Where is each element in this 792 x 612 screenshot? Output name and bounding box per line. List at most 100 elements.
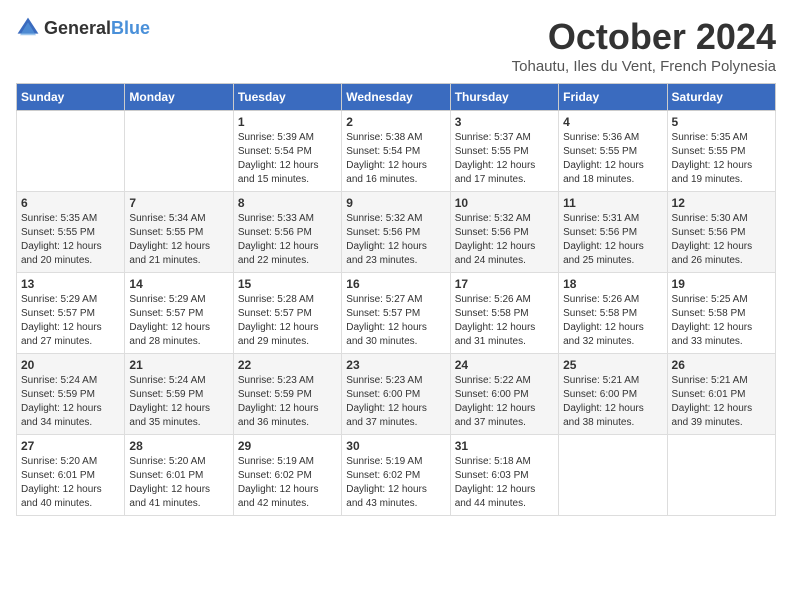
calendar-cell: 9Sunrise: 5:32 AM Sunset: 5:56 PM Daylig… bbox=[342, 192, 450, 273]
day-info: Sunrise: 5:32 AM Sunset: 5:56 PM Dayligh… bbox=[346, 212, 445, 268]
day-number: 13 bbox=[21, 277, 120, 291]
day-info: Sunrise: 5:26 AM Sunset: 5:58 PM Dayligh… bbox=[563, 293, 662, 349]
day-number: 6 bbox=[21, 196, 120, 210]
calendar-cell: 26 Sunrise: 5:21 AM Sunset: 6:01 PM Dayli… bbox=[667, 354, 775, 435]
day-number: 27 bbox=[21, 439, 120, 453]
day-number: 28 bbox=[129, 439, 228, 453]
calendar-cell: 22Sunrise: 5:23 AM Sunset: 5:59 PM Dayli… bbox=[233, 354, 341, 435]
location-title: Tohautu, Iles du Vent, French Polynesia bbox=[512, 58, 776, 75]
day-number: 17 bbox=[455, 277, 554, 291]
day-info: Sunrise: 5:18 AM Sunset: 6:03 PM Dayligh… bbox=[455, 455, 554, 511]
day-number: 21 bbox=[129, 358, 228, 372]
title-section: October 2024 Tohautu, Iles du Vent, Fren… bbox=[512, 16, 776, 75]
page-header: GeneralBlue October 2024 Tohautu, Iles d… bbox=[16, 16, 776, 75]
calendar-cell: 7Sunrise: 5:34 AM Sunset: 5:55 PM Daylig… bbox=[125, 192, 233, 273]
day-info: Sunrise: 5:21 AM Sunset: 6:00 PM Dayligh… bbox=[563, 374, 662, 430]
day-number: 5 bbox=[672, 115, 771, 129]
day-number: 18 bbox=[563, 277, 662, 291]
day-info: Sunrise: 5:28 AM Sunset: 5:57 PM Dayligh… bbox=[238, 293, 337, 349]
day-info: Sunrise: 5:19 AM Sunset: 6:02 PM Dayligh… bbox=[238, 455, 337, 511]
calendar-cell: 1 Sunrise: 5:39 AM Sunset: 5:54 PM Daylig… bbox=[233, 111, 341, 192]
calendar-table: SundayMondayTuesdayWednesdayThursdayFrid… bbox=[16, 83, 776, 516]
day-number: 24 bbox=[455, 358, 554, 372]
calendar-cell: 15 Sunrise: 5:28 AM Sunset: 5:57 PM Dayli… bbox=[233, 273, 341, 354]
day-number: 16 bbox=[346, 277, 445, 291]
day-number: 10 bbox=[455, 196, 554, 210]
day-info: Sunrise: 5:21 AM Sunset: 6:01 PM Dayligh… bbox=[672, 374, 771, 430]
header-friday: Friday bbox=[559, 84, 667, 111]
day-info: Sunrise: 5:20 AM Sunset: 6:01 PM Dayligh… bbox=[21, 455, 120, 511]
day-number: 11 bbox=[563, 196, 662, 210]
day-number: 3 bbox=[455, 115, 554, 129]
day-info: Sunrise: 5:39 AM Sunset: 5:54 PM Dayligh… bbox=[238, 131, 337, 187]
day-number: 15 bbox=[238, 277, 337, 291]
calendar-cell bbox=[125, 111, 233, 192]
month-title: October 2024 bbox=[512, 16, 776, 58]
day-info: Sunrise: 5:34 AM Sunset: 5:55 PM Dayligh… bbox=[129, 212, 228, 268]
day-info: Sunrise: 5:24 AM Sunset: 5:59 PM Dayligh… bbox=[129, 374, 228, 430]
week-row-3: 13 Sunrise: 5:29 AM Sunset: 5:57 PM Dayli… bbox=[17, 273, 776, 354]
day-info: Sunrise: 5:38 AM Sunset: 5:54 PM Dayligh… bbox=[346, 131, 445, 187]
calendar-cell: 14 Sunrise: 5:29 AM Sunset: 5:57 PM Dayli… bbox=[125, 273, 233, 354]
calendar-cell: 27 Sunrise: 5:20 AM Sunset: 6:01 PM Dayli… bbox=[17, 435, 125, 516]
calendar-cell: 16 Sunrise: 5:27 AM Sunset: 5:57 PM Dayli… bbox=[342, 273, 450, 354]
day-info: Sunrise: 5:20 AM Sunset: 6:01 PM Dayligh… bbox=[129, 455, 228, 511]
day-number: 31 bbox=[455, 439, 554, 453]
week-row-5: 27 Sunrise: 5:20 AM Sunset: 6:01 PM Dayli… bbox=[17, 435, 776, 516]
header-sunday: Sunday bbox=[17, 84, 125, 111]
calendar-cell: 23Sunrise: 5:23 AM Sunset: 6:00 PM Dayli… bbox=[342, 354, 450, 435]
calendar-cell: 8 Sunrise: 5:33 AM Sunset: 5:56 PM Daylig… bbox=[233, 192, 341, 273]
day-info: Sunrise: 5:29 AM Sunset: 5:57 PM Dayligh… bbox=[21, 293, 120, 349]
day-number: 14 bbox=[129, 277, 228, 291]
calendar-cell: 17 Sunrise: 5:26 AM Sunset: 5:58 PM Dayli… bbox=[450, 273, 558, 354]
day-info: Sunrise: 5:36 AM Sunset: 5:55 PM Dayligh… bbox=[563, 131, 662, 187]
logo-icon bbox=[16, 16, 40, 40]
day-info: Sunrise: 5:24 AM Sunset: 5:59 PM Dayligh… bbox=[21, 374, 120, 430]
day-info: Sunrise: 5:33 AM Sunset: 5:56 PM Dayligh… bbox=[238, 212, 337, 268]
day-info: Sunrise: 5:27 AM Sunset: 5:57 PM Dayligh… bbox=[346, 293, 445, 349]
day-info: Sunrise: 5:35 AM Sunset: 5:55 PM Dayligh… bbox=[672, 131, 771, 187]
calendar-cell: 13 Sunrise: 5:29 AM Sunset: 5:57 PM Dayli… bbox=[17, 273, 125, 354]
calendar-cell: 20Sunrise: 5:24 AM Sunset: 5:59 PM Dayli… bbox=[17, 354, 125, 435]
day-number: 19 bbox=[672, 277, 771, 291]
day-number: 8 bbox=[238, 196, 337, 210]
day-number: 1 bbox=[238, 115, 337, 129]
calendar-cell: 29Sunrise: 5:19 AM Sunset: 6:02 PM Dayli… bbox=[233, 435, 341, 516]
calendar-cell: 30 Sunrise: 5:19 AM Sunset: 6:02 PM Dayli… bbox=[342, 435, 450, 516]
day-number: 26 bbox=[672, 358, 771, 372]
week-row-2: 6 Sunrise: 5:35 AM Sunset: 5:55 PM Daylig… bbox=[17, 192, 776, 273]
day-number: 30 bbox=[346, 439, 445, 453]
day-info: Sunrise: 5:37 AM Sunset: 5:55 PM Dayligh… bbox=[455, 131, 554, 187]
day-info: Sunrise: 5:29 AM Sunset: 5:57 PM Dayligh… bbox=[129, 293, 228, 349]
day-number: 2 bbox=[346, 115, 445, 129]
logo-blue: Blue bbox=[111, 18, 150, 38]
calendar-cell bbox=[667, 435, 775, 516]
day-info: Sunrise: 5:35 AM Sunset: 5:55 PM Dayligh… bbox=[21, 212, 120, 268]
logo-general: General bbox=[44, 18, 111, 38]
calendar-cell: 12 Sunrise: 5:30 AM Sunset: 5:56 PM Dayli… bbox=[667, 192, 775, 273]
day-number: 22 bbox=[238, 358, 337, 372]
header-saturday: Saturday bbox=[667, 84, 775, 111]
day-info: Sunrise: 5:32 AM Sunset: 5:56 PM Dayligh… bbox=[455, 212, 554, 268]
day-info: Sunrise: 5:26 AM Sunset: 5:58 PM Dayligh… bbox=[455, 293, 554, 349]
logo: GeneralBlue bbox=[16, 16, 150, 40]
calendar-cell: 19Sunrise: 5:25 AM Sunset: 5:58 PM Dayli… bbox=[667, 273, 775, 354]
day-info: Sunrise: 5:30 AM Sunset: 5:56 PM Dayligh… bbox=[672, 212, 771, 268]
calendar-cell: 5 Sunrise: 5:35 AM Sunset: 5:55 PM Daylig… bbox=[667, 111, 775, 192]
day-number: 12 bbox=[672, 196, 771, 210]
header-thursday: Thursday bbox=[450, 84, 558, 111]
day-info: Sunrise: 5:19 AM Sunset: 6:02 PM Dayligh… bbox=[346, 455, 445, 511]
calendar-cell: 24 Sunrise: 5:22 AM Sunset: 6:00 PM Dayli… bbox=[450, 354, 558, 435]
day-number: 4 bbox=[563, 115, 662, 129]
day-info: Sunrise: 5:22 AM Sunset: 6:00 PM Dayligh… bbox=[455, 374, 554, 430]
calendar-cell: 6 Sunrise: 5:35 AM Sunset: 5:55 PM Daylig… bbox=[17, 192, 125, 273]
calendar-cell: 11Sunrise: 5:31 AM Sunset: 5:56 PM Dayli… bbox=[559, 192, 667, 273]
calendar-cell: 25 Sunrise: 5:21 AM Sunset: 6:00 PM Dayli… bbox=[559, 354, 667, 435]
calendar-cell: 10 Sunrise: 5:32 AM Sunset: 5:56 PM Dayli… bbox=[450, 192, 558, 273]
calendar-cell: 4 Sunrise: 5:36 AM Sunset: 5:55 PM Daylig… bbox=[559, 111, 667, 192]
calendar-cell: 31 Sunrise: 5:18 AM Sunset: 6:03 PM Dayli… bbox=[450, 435, 558, 516]
calendar-cell: 28 Sunrise: 5:20 AM Sunset: 6:01 PM Dayli… bbox=[125, 435, 233, 516]
header-wednesday: Wednesday bbox=[342, 84, 450, 111]
calendar-cell: 21 Sunrise: 5:24 AM Sunset: 5:59 PM Dayli… bbox=[125, 354, 233, 435]
day-number: 25 bbox=[563, 358, 662, 372]
